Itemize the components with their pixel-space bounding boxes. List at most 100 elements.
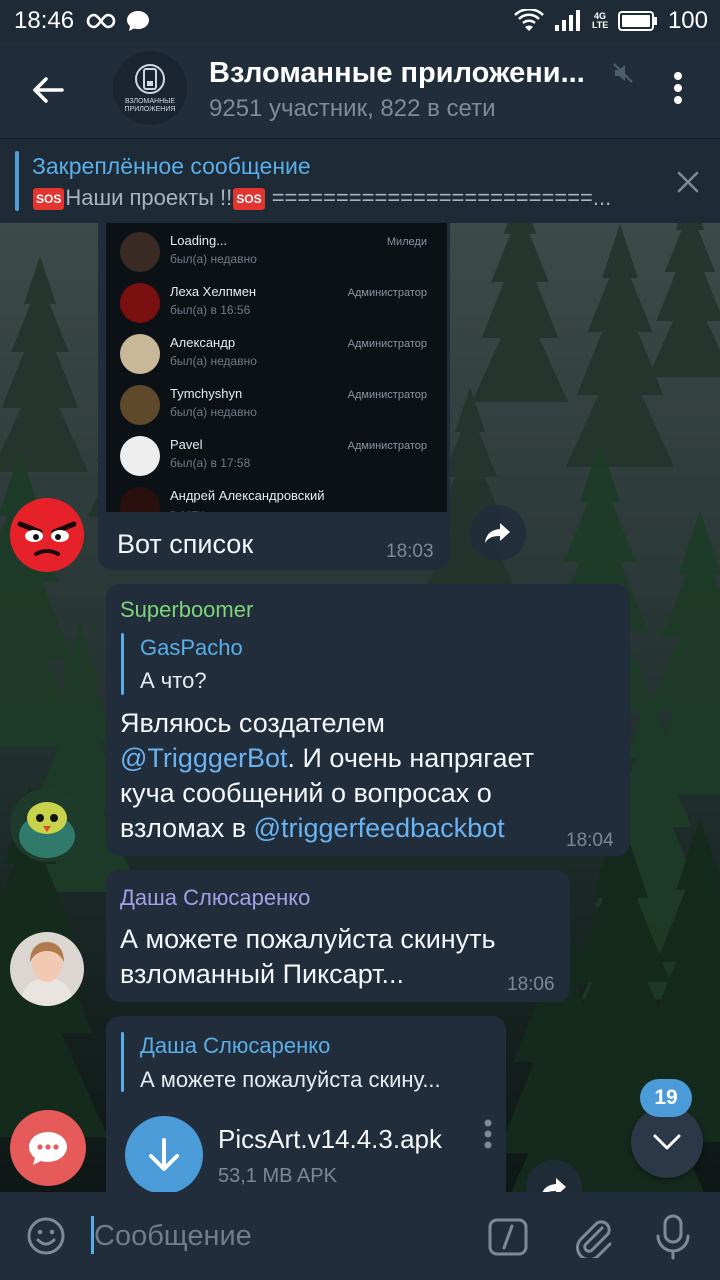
member-status: был(а) недавно [170,354,257,368]
reply-accent-bar [121,633,124,695]
sos-icon: SOS [233,188,265,211]
member-role: Администратор [347,338,427,350]
message-text: Вот список [117,529,254,559]
battery-icon [617,11,657,31]
avatar[interactable] [10,932,84,1006]
status-bar: 18:46 4G LTE 100 [0,0,720,42]
message-time: 18:04 [566,830,614,851]
bot-link[interactable]: @triggerfeedbackbot [254,813,505,843]
bot-link[interactable]: @TrigggerBot [120,743,287,773]
avatar[interactable] [10,498,84,572]
phone-logo-icon [135,64,165,94]
pinned-text-main: Наши проекты !! [65,185,233,210]
member-status: был(а) недавно [170,405,257,419]
member-name: Loading... [170,233,228,248]
chat-subtitle: 9251 участник, 822 в сети [209,95,496,122]
message-text: А можете пожалуйста скинуть взломанный П… [120,922,496,992]
reply-sender[interactable]: Даша Слюсаренко [140,1033,330,1059]
member-status: был(а) в 17:58 [170,456,251,470]
unread-count-badge: 19 [640,1079,692,1117]
member-avatar [120,283,160,323]
member-name: Pavel [170,437,203,452]
bot-commands-icon[interactable] [488,1218,528,1256]
message-line-text: . И очень напрягает [287,743,535,773]
more-vertical-icon [674,72,682,104]
channel-avatar-text: ВЗЛОМАННЫЕ ПРИЛОЖЕНИЯ [124,98,176,113]
angry-face-icon [10,498,84,572]
pinned-message[interactable]: Закреплённое сообщение SOS Наши проекты !… [0,138,720,223]
message-line: взломах в @triggerfeedbackbot [120,811,534,846]
message-input-bar [0,1192,720,1280]
speech-bubble-icon [29,1132,67,1165]
message-text: Являюсь создателем @TrigggerBot. И очень… [120,706,534,846]
pinned-accent-bar [15,151,19,211]
member-role: Администратор [347,287,427,299]
reply-text: А что? [140,668,207,693]
arrow-down-icon [149,1138,179,1171]
signal-icon [554,10,580,31]
paperclip-icon[interactable] [572,1216,614,1258]
wifi-icon [514,9,544,31]
member-avatar [120,334,160,374]
emoji-icon[interactable] [26,1216,66,1256]
chat-title[interactable]: Взломанные приложени... [209,57,609,90]
member-row: Леха Хелпмен был(а) в 16:56 Администратор [106,279,447,330]
arrow-left-icon [33,77,64,103]
message-line: А можете пожалуйста скинуть [120,924,496,954]
message-time: 18:06 [507,974,555,995]
pinned-text: SOS Наши проекты !! SOS ==================… [32,185,650,211]
chat-header: ВЗЛОМАННЫЕ ПРИЛОЖЕНИЯ Взломанные приложе… [0,42,720,138]
message-line: Являюсь создателем [120,708,385,738]
member-avatar [120,385,160,425]
chat-bubble-avatar[interactable] [10,1110,86,1186]
chat-notification-icon [127,11,150,31]
member-row: Pavel был(а) в 17:58 Администратор [106,432,447,483]
share-arrow-icon [485,523,510,543]
more-menu-button[interactable] [665,66,691,114]
microphone-icon[interactable] [654,1214,692,1260]
member-row: Андрей Александровский в сети [106,483,447,512]
bird-avatar-icon [10,788,84,862]
member-avatar [120,487,160,512]
sender-name[interactable]: Superboomer [120,597,253,623]
message-line: @TrigggerBot. И очень напрягает [120,741,534,776]
network-type-icon: 4G LTE [591,11,609,30]
channel-avatar[interactable]: ВЗЛОМАННЫЕ ПРИЛОЖЕНИЯ [113,51,187,125]
pinned-text-tail: =========================... [265,185,612,210]
user-photo-icon [10,932,84,1006]
file-menu-icon[interactable] [483,1118,493,1150]
infinity-icon [86,13,116,29]
message-time: 18:03 [386,541,434,562]
pinned-title: Закреплённое сообщение [32,153,311,179]
member-status: в сети [170,507,204,512]
member-role: Миледи [386,236,427,248]
reply-accent-bar [121,1032,124,1092]
file-meta: 53,1 MB APK [218,1165,337,1187]
member-role: Администратор [347,440,427,452]
message-line: взломанный Пиксарт... [120,959,405,989]
back-button[interactable] [26,68,70,112]
member-name: Александр [170,335,236,350]
sos-icon: SOS [33,188,65,211]
share-button[interactable] [470,505,526,561]
member-role: Администратор [347,389,427,401]
member-avatar [120,232,160,272]
avatar[interactable] [10,788,84,862]
muted-speaker-icon [613,63,633,83]
message-line: куча сообщений о вопросах о [120,778,492,808]
member-status: был(а) недавно [170,252,257,266]
sender-name[interactable]: Даша Слюсаренко [120,885,310,911]
chevron-down-icon [653,1134,681,1150]
file-name[interactable]: PicsArt.v14.4.3.apk [218,1124,442,1155]
message-photo[interactable]: Loading... был(а) недавно Миледи Леха Хелпм… [106,222,447,512]
message-input[interactable] [94,1214,454,1258]
close-pinned-icon[interactable] [676,170,700,194]
member-status: был(а) в 16:56 [170,303,251,317]
member-row: Loading... был(а) недавно Миледи [106,228,447,279]
download-button[interactable] [125,1116,203,1194]
reply-sender[interactable]: GasPacho [140,635,243,661]
reply-text: А можете пожалуйста скину... [140,1067,441,1092]
status-time: 18:46 [14,7,75,34]
member-row: Александр был(а) недавно Администратор [106,330,447,381]
member-avatar [120,436,160,476]
